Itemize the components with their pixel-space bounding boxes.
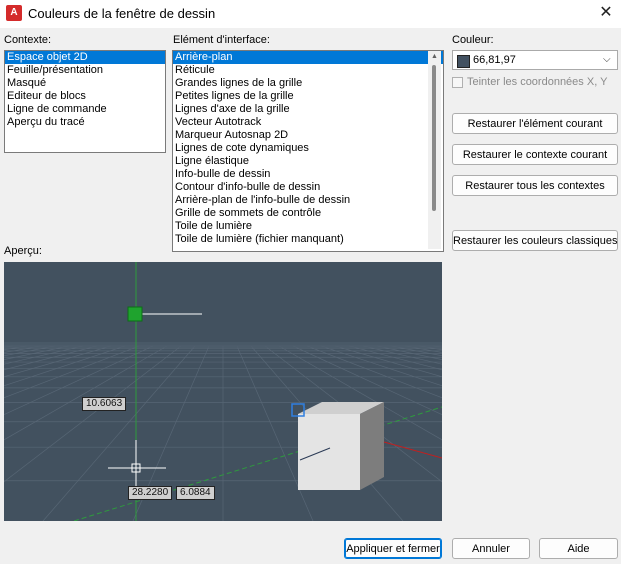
interface-element-list-item[interactable]: Toile de lumière (fichier manquant) [173, 233, 443, 246]
dimension-input-tooltip: 10.6063 [82, 397, 127, 411]
tint-xy-checkbox[interactable] [452, 77, 463, 88]
interface-element-list-item[interactable]: Ligne élastique [173, 155, 443, 168]
interface-element-label: Elément d'interface: [173, 34, 270, 46]
interface-element-list-item[interactable]: Grille de sommets de contrôle [173, 207, 443, 220]
tint-xy-label: Teinter les coordonnées X, Y [467, 76, 608, 88]
preview-scene [4, 262, 442, 521]
interface-element-list-item[interactable]: Grandes lignes de la grille [173, 77, 443, 90]
autosnap-marker-icon [127, 306, 143, 322]
interface-element-list-item[interactable]: Réticule [173, 64, 443, 77]
context-list-item[interactable]: Espace objet 2D [5, 51, 165, 64]
interface-element-list-item[interactable]: Marqueur Autosnap 2D [173, 129, 443, 142]
apply-and-close-button[interactable]: Appliquer et fermer [344, 538, 442, 559]
preview-viewport: 10.6063 28.2280 6.0884 [4, 262, 442, 521]
autocad-logo-icon: A [6, 5, 22, 21]
element-list-scrollbar[interactable]: ▲ [428, 51, 441, 249]
x-coordinate-tooltip: 28.2280 [128, 486, 173, 500]
context-list-item[interactable]: Feuille/présentation [5, 64, 165, 77]
context-list-item[interactable]: Editeur de blocs [5, 90, 165, 103]
context-listbox[interactable]: Espace objet 2D Feuille/présentation Masqu… [4, 50, 166, 153]
interface-element-list-item[interactable]: Lignes d'axe de la grille [173, 103, 443, 116]
interface-element-list-item[interactable]: Petites lignes de la grille [173, 90, 443, 103]
title-bar: A Couleurs de la fenêtre de dessin ✕ [0, 0, 621, 28]
scroll-thumb[interactable] [432, 65, 436, 211]
close-button[interactable]: ✕ [594, 2, 618, 24]
interface-element-list-item[interactable]: Toile de lumière [173, 220, 443, 233]
interface-element-list-item[interactable]: Arrière-plan [173, 51, 443, 64]
help-button[interactable]: Aide [539, 538, 618, 559]
interface-element-listbox[interactable]: Arrière-plan Réticule Grandes lignes de la… [172, 50, 444, 252]
interface-element-list-item[interactable]: Arrière-plan de l'info-bulle de dessin [173, 194, 443, 207]
color-dropdown[interactable]: 66,81,97 ⌵ [452, 50, 618, 70]
context-list-item[interactable]: Masqué [5, 77, 165, 90]
interface-element-list-item[interactable]: Info-bulle de dessin [173, 168, 443, 181]
restore-classic-colors-button[interactable]: Restaurer les couleurs classiques [452, 230, 618, 251]
preview-label: Aperçu: [4, 245, 42, 257]
restore-element-button[interactable]: Restaurer l'élément courant [452, 113, 618, 134]
cancel-button[interactable]: Annuler [452, 538, 530, 559]
interface-element-list-item[interactable]: Contour d'info-bulle de dessin [173, 181, 443, 194]
context-list-item[interactable]: Aperçu du tracé [5, 116, 165, 129]
restore-context-button[interactable]: Restaurer le contexte courant [452, 144, 618, 165]
context-list-item[interactable]: Ligne de commande [5, 103, 165, 116]
scroll-up-arrow-icon[interactable]: ▲ [428, 51, 441, 63]
color-swatch [457, 55, 470, 68]
color-label: Couleur: [452, 34, 494, 46]
window-title: Couleurs de la fenêtre de dessin [28, 6, 216, 21]
chevron-down-icon: ⌵ [603, 54, 611, 65]
y-coordinate-tooltip: 6.0884 [176, 486, 215, 500]
context-label: Contexte: [4, 34, 52, 46]
x-axis-line [73, 406, 442, 521]
interface-element-list-item[interactable]: Vecteur Autotrack [173, 116, 443, 129]
color-value: 66,81,97 [473, 54, 516, 66]
restore-all-contexts-button[interactable]: Restaurer tous les contextes [452, 175, 618, 196]
interface-element-list-item[interactable]: Lignes de cote dynamiques [173, 142, 443, 155]
cube-3d [298, 402, 442, 490]
